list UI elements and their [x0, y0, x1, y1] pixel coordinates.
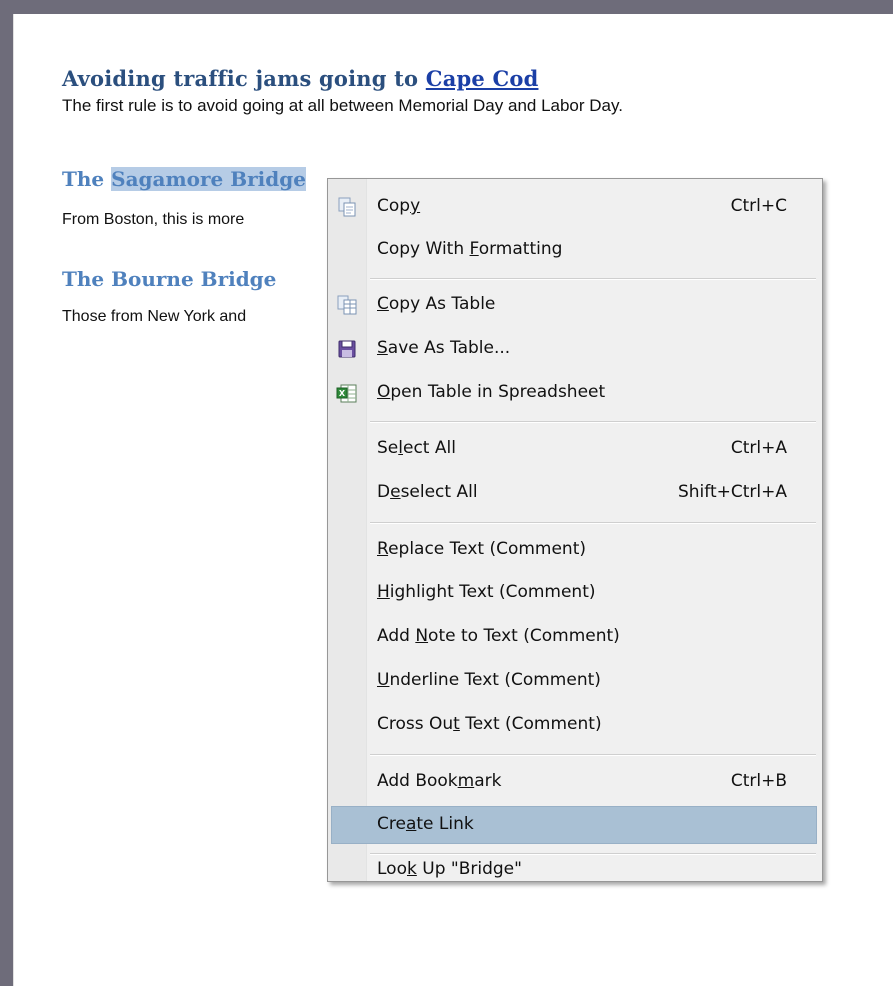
menu-item-label: Underline Text (Comment)	[377, 670, 601, 690]
svg-text:X: X	[339, 389, 346, 398]
menu-item-label: Open Table in Spreadsheet	[377, 382, 606, 402]
menu-item-replace-text[interactable]: Replace Text (Comment)	[331, 531, 817, 569]
shortcut-label: Ctrl+A	[730, 438, 787, 458]
cape-cod-link[interactable]: Cape Cod	[426, 66, 539, 91]
bourne-paragraph: Those from New York and	[62, 308, 247, 325]
menu-separator	[370, 278, 816, 280]
menu-item-label: Copy With Formatting	[377, 239, 563, 259]
bourne-heading: The Bourne Bridge	[62, 267, 277, 291]
menu-item-select-all[interactable]: Select All Ctrl+A	[331, 430, 817, 468]
document-heading: Avoiding traffic jams going to Cape Cod	[62, 66, 538, 91]
copy-table-icon	[337, 295, 357, 315]
menu-item-label: Select All	[377, 438, 456, 458]
menu-item-open-table-in-spreadsheet[interactable]: X Open Table in Spreadsheet	[331, 374, 817, 412]
copy-icon	[338, 197, 356, 217]
spreadsheet-icon: X	[336, 384, 357, 403]
context-menu: Copy Ctrl+C Copy With Formatting Copy As…	[327, 178, 823, 882]
menu-separator	[370, 421, 816, 423]
menu-separator	[370, 853, 816, 855]
menu-item-add-note-to-text[interactable]: Add Note to Text (Comment)	[331, 618, 817, 656]
menu-item-copy[interactable]: Copy Ctrl+C	[331, 188, 817, 226]
shortcut-label: Ctrl+B	[730, 771, 787, 791]
menu-item-label: Replace Text (Comment)	[377, 539, 587, 559]
menu-item-label: Save As Table...	[377, 338, 511, 358]
intro-paragraph: The first rule is to avoid going at all …	[62, 96, 623, 115]
menu-item-label: Look Up "Bridge"	[377, 859, 522, 879]
menu-item-copy-as-table[interactable]: Copy As Table	[331, 286, 817, 324]
menu-item-look-up[interactable]: Look Up "Bridge"	[331, 859, 817, 879]
sagamore-heading: The Sagamore Bridge	[62, 167, 306, 191]
menu-separator	[370, 754, 816, 756]
heading-text: Avoiding traffic jams going to	[62, 66, 426, 91]
menu-separator	[370, 522, 816, 524]
sagamore-paragraph: From Boston, this is more	[62, 211, 245, 228]
menu-item-underline-text[interactable]: Underline Text (Comment)	[331, 662, 817, 700]
menu-item-create-link[interactable]: Create Link	[331, 806, 817, 844]
menu-item-label: Copy	[377, 196, 421, 216]
shortcut-label: Ctrl+C	[730, 196, 787, 216]
selected-text[interactable]: Sagamore Bridge	[111, 167, 306, 191]
menu-item-add-bookmark[interactable]: Add Bookmark Ctrl+B	[331, 763, 817, 801]
menu-item-save-as-table[interactable]: Save As Table...	[331, 330, 817, 368]
menu-item-label: Add Note to Text (Comment)	[377, 626, 620, 646]
menu-item-label: Add Bookmark	[377, 771, 502, 791]
menu-item-label: Deselect All	[377, 482, 478, 502]
menu-item-label: Highlight Text (Comment)	[377, 582, 596, 602]
menu-item-deselect-all[interactable]: Deselect All Shift+Ctrl+A	[331, 474, 817, 512]
save-icon	[338, 340, 356, 358]
menu-item-label: Cross Out Text (Comment)	[377, 714, 602, 734]
menu-item-label: Create Link	[377, 814, 474, 834]
shortcut-label: Shift+Ctrl+A	[677, 482, 787, 502]
menu-item-highlight-text[interactable]: Highlight Text (Comment)	[331, 574, 817, 612]
menu-item-copy-with-formatting[interactable]: Copy With Formatting	[331, 231, 817, 269]
menu-item-cross-out-text[interactable]: Cross Out Text (Comment)	[331, 706, 817, 744]
sagamore-heading-prefix: The	[62, 167, 112, 191]
menu-item-label: Copy As Table	[377, 294, 496, 314]
